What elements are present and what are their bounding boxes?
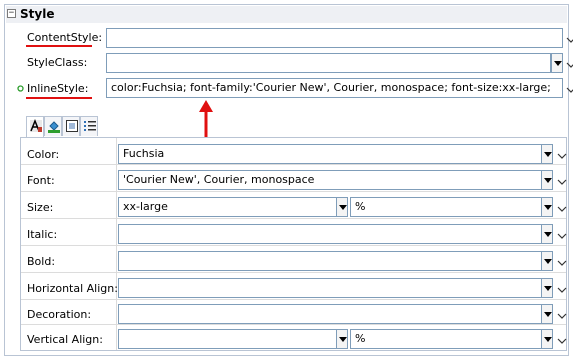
annotation-underline	[26, 97, 92, 99]
chevron-down-icon[interactable]	[556, 284, 568, 296]
annotation-arrow-icon	[199, 100, 213, 138]
size-unit-select[interactable]: %	[350, 197, 553, 217]
italic-label: Italic:	[27, 228, 58, 241]
size-dropdown-button[interactable]	[336, 197, 348, 217]
inline-style-label: InlineStyle:	[27, 82, 89, 95]
row-divider	[21, 324, 566, 325]
text-style-icon	[30, 119, 42, 132]
tab-text-style[interactable]	[26, 116, 44, 137]
font-input[interactable]: 'Courier New', Courier, monospace	[118, 170, 553, 190]
content-style-input[interactable]	[106, 28, 563, 48]
row-divider	[21, 245, 566, 246]
chevron-down-icon[interactable]	[565, 59, 573, 71]
style-class-dropdown-button[interactable]	[551, 53, 563, 73]
chevron-down-icon[interactable]	[556, 335, 568, 347]
size-unit-dropdown-button[interactable]	[541, 197, 553, 217]
vertical-align-unit-dropdown-button[interactable]	[541, 329, 553, 349]
color-input[interactable]: Fuchsia	[118, 144, 553, 164]
color-dropdown-button[interactable]	[541, 144, 553, 164]
vertical-align-label: Vertical Align:	[27, 333, 103, 346]
content-style-label: ContentStyle:	[27, 31, 103, 44]
style-class-label: StyleClass:	[27, 56, 88, 69]
vertical-align-input[interactable]	[118, 329, 348, 349]
vertical-align-dropdown-button[interactable]	[336, 329, 348, 349]
decoration-input[interactable]	[118, 304, 553, 324]
border-box-icon	[66, 120, 78, 132]
decoration-label: Decoration:	[27, 308, 92, 321]
background-fill-icon	[48, 121, 60, 133]
style-class-input[interactable]	[106, 53, 551, 73]
bold-label: Bold:	[27, 255, 56, 268]
bold-input[interactable]	[118, 251, 553, 271]
tab-background[interactable]	[44, 116, 62, 136]
row-divider	[21, 218, 566, 219]
section-header	[6, 6, 567, 23]
chevron-down-icon[interactable]	[565, 84, 573, 96]
row-divider	[21, 299, 566, 300]
list-format-icon	[84, 121, 96, 131]
chevron-down-icon[interactable]	[556, 150, 568, 162]
inline-style-input[interactable]: color:Fuchsia; font-family:'Courier New'…	[106, 78, 563, 98]
collapse-icon[interactable]: −	[7, 9, 16, 18]
chevron-down-icon[interactable]	[556, 257, 568, 269]
vertical-align-unit-select[interactable]: %	[350, 329, 553, 349]
chevron-down-icon[interactable]	[556, 176, 568, 188]
size-input[interactable]: xx-large	[118, 197, 348, 217]
font-label: Font:	[27, 174, 55, 187]
row-divider	[21, 191, 566, 192]
italic-dropdown-button[interactable]	[541, 224, 553, 244]
italic-input[interactable]	[118, 224, 553, 244]
annotation-underline	[26, 45, 92, 47]
tab-list[interactable]	[80, 116, 98, 136]
row-divider	[21, 164, 566, 165]
font-dropdown-button[interactable]	[541, 170, 553, 190]
tab-border[interactable]	[62, 116, 80, 136]
horizontal-align-dropdown-button[interactable]	[541, 278, 553, 298]
chevron-down-icon[interactable]	[556, 310, 568, 322]
bold-dropdown-button[interactable]	[541, 251, 553, 271]
modified-indicator-icon	[17, 85, 24, 92]
chevron-down-icon[interactable]	[565, 34, 573, 46]
decoration-dropdown-button[interactable]	[541, 304, 553, 324]
chevron-down-icon[interactable]	[556, 203, 568, 215]
horizontal-align-label: Horizontal Align:	[27, 282, 118, 295]
horizontal-align-input[interactable]	[118, 278, 553, 298]
row-divider	[21, 272, 566, 273]
size-label: Size:	[27, 201, 54, 214]
color-label: Color:	[27, 148, 60, 161]
label-column-divider	[116, 138, 117, 350]
chevron-down-icon[interactable]	[556, 230, 568, 242]
section-title: Style	[20, 7, 55, 21]
